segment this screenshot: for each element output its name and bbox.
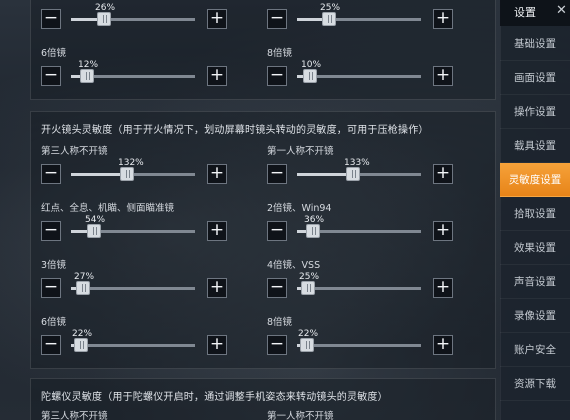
fire-r2-left-plus-button[interactable]: + — [207, 278, 227, 298]
gyro-section-title: 陀螺仪灵敏度（用于陀螺仪开启时，通过调整手机姿态来转动镜头的灵敏度） — [41, 392, 388, 403]
sidebar-item-6[interactable]: 效果设置 — [500, 231, 570, 265]
fire-r1-left-label: 红点、全息、机瞄、侧面瞄准镜 — [41, 203, 175, 214]
fire-r0-right-slider-thumb[interactable] — [346, 167, 360, 181]
fire-r0-left-plus-button[interactable]: + — [207, 164, 227, 184]
scope-r0-left-slider-thumb[interactable] — [97, 12, 111, 26]
fire-r2-right-minus-button[interactable]: − — [267, 278, 287, 298]
fire-r0-right-value: 133% — [344, 158, 370, 168]
scope-r1-right-slider-thumb[interactable] — [303, 69, 317, 83]
fire-r0-right-plus-button[interactable]: + — [433, 164, 453, 184]
fire-r2-left-slider-track[interactable] — [71, 281, 195, 295]
scope-r1-left-minus-button[interactable]: − — [41, 66, 61, 86]
scope-r0-right-slider-thumb[interactable] — [322, 12, 336, 26]
fire-r2-left-value: 27% — [74, 272, 95, 282]
fire-r1-right-plus-button[interactable]: + — [433, 221, 453, 241]
scope-r1-left-slider-track[interactable] — [71, 69, 195, 83]
fire-r3-right-plus-button[interactable]: + — [433, 335, 453, 355]
sidebar-item-9[interactable]: 账户安全 — [500, 333, 570, 367]
scope-r0-left-minus-button[interactable]: − — [41, 9, 61, 29]
fire-r1-left-minus-button[interactable]: − — [41, 221, 61, 241]
fire-r3-right-slider-thumb[interactable] — [300, 338, 314, 352]
fire-r1-left-slider-thumb[interactable] — [87, 224, 101, 238]
fire-r2-right-slider-track[interactable] — [297, 281, 421, 295]
sidebar-item-2[interactable]: 操作设置 — [500, 95, 570, 129]
scope-r0-left-value: 26% — [95, 3, 116, 13]
fire-r2-right-label: 4倍镜、VSS — [267, 260, 321, 271]
fire-r3-right-minus-button[interactable]: − — [267, 335, 287, 355]
scope-r1-right-label: 8倍镜 — [267, 48, 293, 59]
fire-r0-left-slider-thumb[interactable] — [120, 167, 134, 181]
sidebar-item-8[interactable]: 录像设置 — [500, 299, 570, 333]
scope-r0-right-value: 25% — [320, 3, 341, 13]
scope-r0-right-slider-track[interactable] — [297, 12, 421, 26]
fire-r2-right-value: 25% — [299, 272, 320, 282]
scope-r1-left-value: 12% — [78, 60, 99, 70]
fire-r0-right-label: 第一人称不开镜 — [267, 146, 334, 157]
scope-r1-left-label: 6倍镜 — [41, 48, 67, 59]
sidebar-item-1[interactable]: 画面设置 — [500, 61, 570, 95]
fire-r1-right-value: 36% — [304, 215, 325, 225]
sidebar-item-0[interactable]: 基础设置 — [500, 27, 570, 61]
fire-r0-left-value: 132% — [118, 158, 144, 168]
sidebar-item-3[interactable]: 载具设置 — [500, 129, 570, 163]
gyro-first-person-label: 第一人称不开镜 — [267, 411, 334, 420]
scope-r0-right-minus-button[interactable]: − — [267, 9, 287, 29]
scope-r0-left-plus-button[interactable]: + — [207, 9, 227, 29]
fire-r1-right-slider-track[interactable] — [297, 224, 421, 238]
fire-r3-left-label: 6倍镜 — [41, 317, 67, 328]
fire-section-title: 开火镜头灵敏度（用于开火情况下，划动屏幕时镜头转动的灵敏度，可用于压枪操作） — [41, 125, 429, 136]
fire-r2-left-minus-button[interactable]: − — [41, 278, 61, 298]
scope-r0-right-plus-button[interactable]: + — [433, 9, 453, 29]
fire-r2-left-slider-thumb[interactable] — [76, 281, 90, 295]
fire-r3-left-minus-button[interactable]: − — [41, 335, 61, 355]
fire-r1-left-plus-button[interactable]: + — [207, 221, 227, 241]
fire-r3-left-value: 22% — [72, 329, 93, 339]
fire-r1-left-value: 54% — [85, 215, 106, 225]
sidebar-item-10[interactable]: 资源下载 — [500, 367, 570, 401]
fire-r0-left-label: 第三人称不开镜 — [41, 146, 108, 157]
close-icon[interactable]: ✕ — [556, 3, 567, 18]
fire-r3-left-plus-button[interactable]: + — [207, 335, 227, 355]
fire-r1-right-minus-button[interactable]: − — [267, 221, 287, 241]
fire-r1-left-slider-track[interactable] — [71, 224, 195, 238]
fire-r1-right-slider-thumb[interactable] — [306, 224, 320, 238]
scope-r1-right-plus-button[interactable]: + — [433, 66, 453, 86]
fire-r2-left-label: 3倍镜 — [41, 260, 67, 271]
scope-r1-right-value: 10% — [301, 60, 322, 70]
fire-r0-left-slider-fill — [71, 173, 126, 176]
fire-r1-right-label: 2倍镜、Win94 — [267, 203, 332, 214]
fire-r0-left-slider-track[interactable] — [71, 167, 195, 181]
sidebar-item-4[interactable]: 灵敏度设置 — [500, 163, 570, 197]
scope-r1-right-slider-track[interactable] — [297, 69, 421, 83]
fire-r2-right-plus-button[interactable]: + — [433, 278, 453, 298]
fire-r0-right-slider-track[interactable] — [297, 167, 421, 181]
fire-r0-left-minus-button[interactable]: − — [41, 164, 61, 184]
sidebar-item-5[interactable]: 拾取设置 — [500, 197, 570, 231]
scope-r1-left-plus-button[interactable]: + — [207, 66, 227, 86]
scope-r1-left-slider-thumb[interactable] — [80, 69, 94, 83]
fire-r3-left-slider-thumb[interactable] — [74, 338, 88, 352]
fire-r3-right-slider-track[interactable] — [297, 338, 421, 352]
fire-r3-left-slider-track[interactable] — [71, 338, 195, 352]
fire-r2-right-slider-thumb[interactable] — [301, 281, 315, 295]
sidebar-item-7[interactable]: 声音设置 — [500, 265, 570, 299]
fire-r0-right-minus-button[interactable]: − — [267, 164, 287, 184]
fire-r3-right-value: 22% — [298, 329, 319, 339]
fire-r0-right-slider-fill — [297, 173, 352, 176]
scope-r1-right-minus-button[interactable]: − — [267, 66, 287, 86]
gyro-third-person-label: 第三人称不开镜 — [41, 411, 108, 420]
fire-r3-right-label: 8倍镜 — [267, 317, 293, 328]
scope-r0-left-slider-track[interactable] — [71, 12, 195, 26]
